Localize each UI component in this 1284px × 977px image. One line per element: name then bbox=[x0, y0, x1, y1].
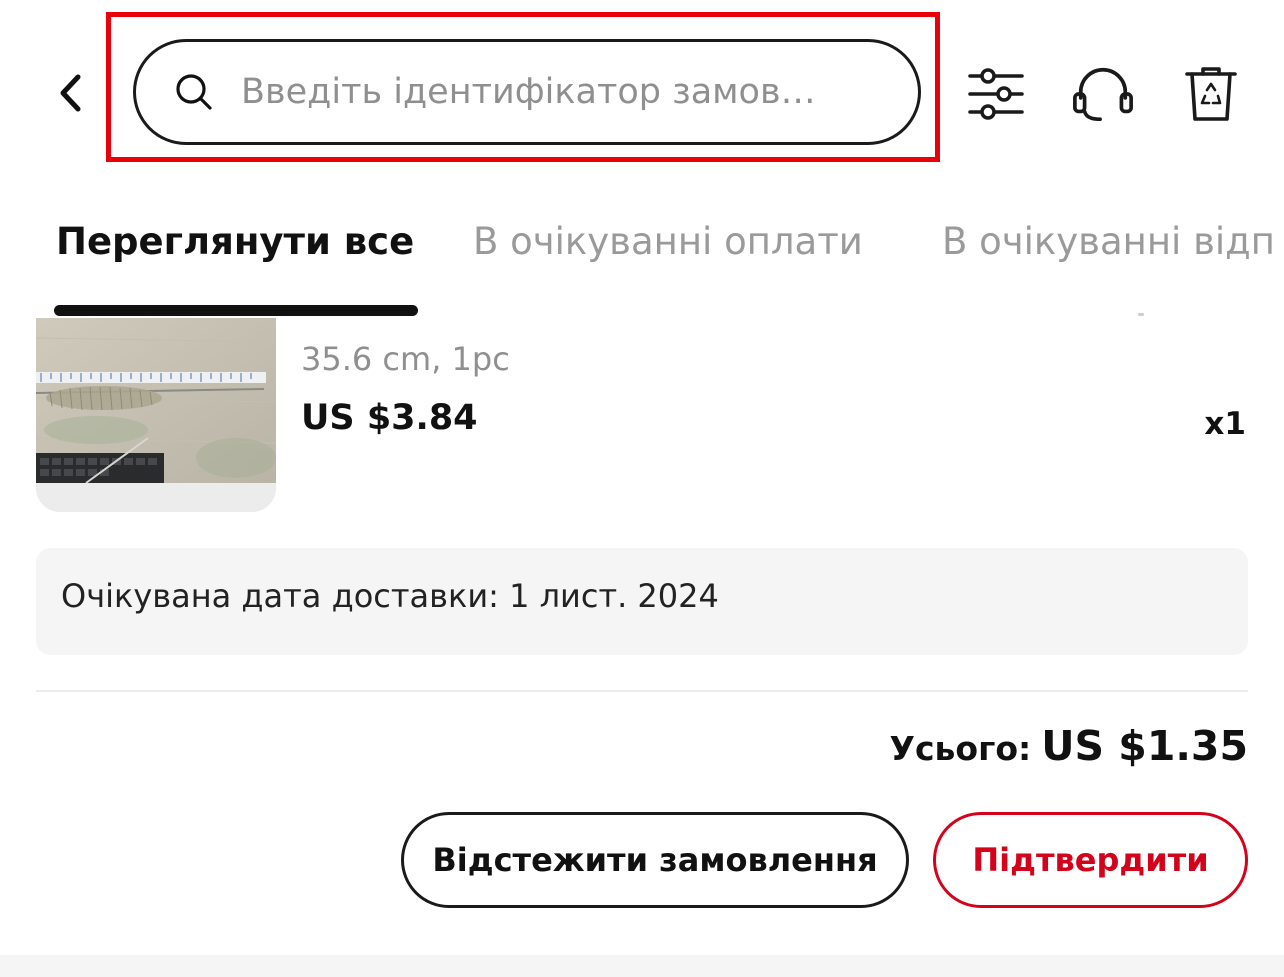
product-variant: 35.6 cm, 1pc bbox=[301, 340, 510, 378]
tab-awaiting-payment[interactable]: В очікуванні оплати bbox=[473, 218, 863, 266]
back-icon bbox=[60, 74, 81, 112]
separator-dot bbox=[1138, 313, 1144, 316]
total-label: Усього: bbox=[889, 729, 1032, 768]
filter-button[interactable] bbox=[964, 62, 1028, 126]
product-image[interactable] bbox=[36, 318, 276, 512]
customer-support-button[interactable] bbox=[1071, 62, 1135, 126]
search-bar[interactable] bbox=[133, 39, 921, 145]
tab-view-all[interactable]: Переглянути все bbox=[56, 218, 414, 266]
filter-sliders-icon bbox=[968, 68, 1024, 120]
tab-awaiting-shipment[interactable]: В очікуванні відп bbox=[942, 218, 1275, 266]
order-status-tabs: Переглянути все В очікуванні оплати В оч… bbox=[0, 200, 1284, 320]
delivery-estimate-panel: Очікувана дата доставки: 1 лист. 2024 bbox=[36, 548, 1248, 655]
recycle-bin-button[interactable] bbox=[1179, 62, 1243, 126]
divider bbox=[36, 690, 1248, 692]
product-photo bbox=[36, 318, 276, 512]
search-icon bbox=[174, 72, 214, 112]
track-order-button[interactable]: Відстежити замовлення bbox=[401, 812, 909, 908]
bottom-background-strip bbox=[0, 955, 1284, 977]
confirm-button[interactable]: Підтвердити bbox=[933, 812, 1248, 908]
order-total: Усього: US $1.35 bbox=[890, 722, 1248, 770]
product-price: US $3.84 bbox=[301, 398, 478, 438]
delivery-estimate-text: Очікувана дата доставки: 1 лист. 2024 bbox=[61, 576, 719, 615]
product-quantity: x1 bbox=[1204, 406, 1246, 442]
search-input[interactable] bbox=[241, 72, 881, 112]
total-value: US $1.35 bbox=[1041, 722, 1248, 770]
back-button[interactable] bbox=[48, 66, 94, 120]
active-tab-indicator bbox=[54, 305, 418, 316]
headset-support-icon bbox=[1073, 67, 1133, 122]
recycle-bin-icon bbox=[1185, 67, 1237, 121]
